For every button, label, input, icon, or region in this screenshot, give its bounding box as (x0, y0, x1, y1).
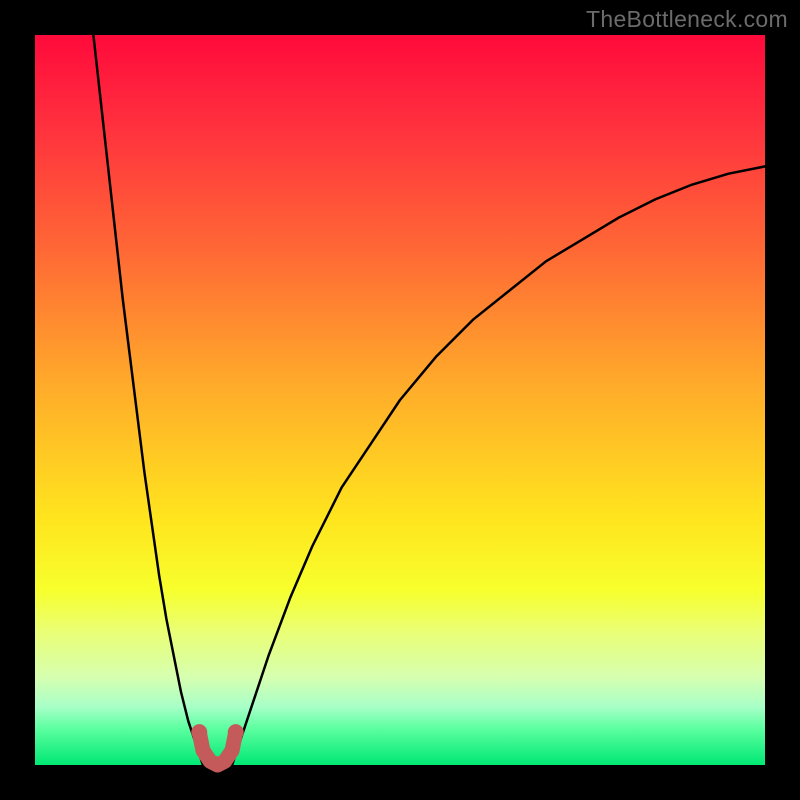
marker-1 (228, 724, 244, 740)
watermark-label: TheBottleneck.com (586, 6, 788, 33)
chart-frame: TheBottleneck.com (0, 0, 800, 800)
chart-curves (35, 35, 765, 765)
series-left-branch (93, 35, 202, 765)
series-right-branch (232, 166, 765, 765)
marker-0 (191, 724, 207, 740)
